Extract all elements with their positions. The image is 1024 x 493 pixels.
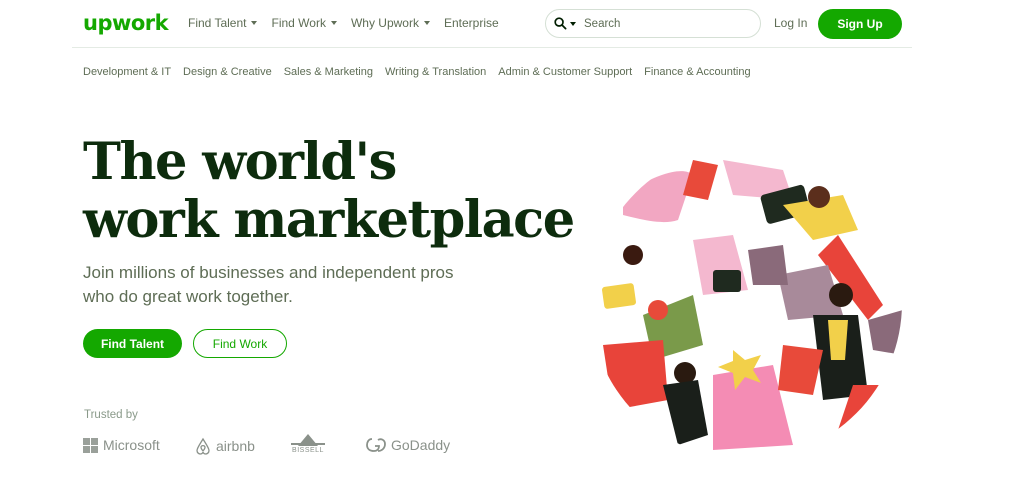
category-sales-marketing[interactable]: Sales & Marketing bbox=[284, 66, 373, 78]
login-link[interactable]: Log In bbox=[774, 16, 807, 30]
search-placeholder: Search bbox=[584, 17, 621, 30]
nav-why-upwork-label: Why Upwork bbox=[350, 16, 419, 30]
microsoft-grid-icon bbox=[83, 437, 98, 453]
category-development-it[interactable]: Development & IT bbox=[83, 66, 171, 78]
category-writing-translation[interactable]: Writing & Translation bbox=[385, 66, 486, 78]
category-admin-support[interactable]: Admin & Customer Support bbox=[498, 66, 632, 78]
nav-find-talent[interactable]: Find Talent bbox=[188, 16, 258, 30]
main-nav: Find Talent Find Work Why Upwork Enterpr… bbox=[188, 16, 499, 30]
hero-illustration bbox=[590, 147, 902, 459]
nav-find-talent-label: Find Talent bbox=[188, 16, 247, 30]
airbnb-wordmark: airbnb bbox=[216, 438, 255, 454]
nav-enterprise[interactable]: Enterprise bbox=[444, 16, 499, 30]
find-work-button[interactable]: Find Work bbox=[193, 329, 287, 358]
nav-find-work[interactable]: Find Work bbox=[271, 16, 337, 30]
hero-title-line-1: The world's bbox=[83, 132, 397, 192]
chevron-down-icon bbox=[330, 21, 337, 25]
search-type-dropdown-icon[interactable] bbox=[570, 21, 576, 26]
upwork-logo[interactable]: upwork bbox=[83, 11, 169, 35]
search-input[interactable]: Search bbox=[545, 9, 761, 38]
hero-title-line-2: work marketplace bbox=[83, 190, 575, 250]
bissell-mark-icon bbox=[291, 434, 325, 446]
hero-subtitle: Join millions of businesses and independ… bbox=[83, 263, 454, 306]
category-bar: Development & IT Design & Creative Sales… bbox=[83, 66, 751, 78]
search-icon[interactable] bbox=[554, 17, 567, 30]
bissell-logo: BISSELL bbox=[290, 433, 326, 454]
chevron-down-icon bbox=[251, 21, 258, 25]
hero-title: The world's work marketplace bbox=[83, 132, 575, 250]
airbnb-icon bbox=[196, 437, 210, 455]
category-design-creative[interactable]: Design & Creative bbox=[183, 66, 272, 78]
signup-button[interactable]: Sign Up bbox=[818, 9, 902, 39]
nav-find-work-label: Find Work bbox=[271, 16, 326, 30]
godaddy-icon bbox=[366, 438, 386, 452]
trusted-by-label: Trusted by bbox=[84, 409, 138, 421]
top-navigation: upwork Find Talent Find Work Why Upwork … bbox=[72, 0, 912, 48]
microsoft-logo: Microsoft bbox=[83, 437, 160, 453]
bissell-wordmark: BISSELL bbox=[292, 447, 324, 454]
godaddy-wordmark: GoDaddy bbox=[391, 437, 451, 453]
airbnb-logo: airbnb bbox=[195, 437, 255, 455]
chevron-down-icon bbox=[423, 21, 430, 25]
nav-why-upwork[interactable]: Why Upwork bbox=[351, 16, 430, 30]
microsoft-wordmark: Microsoft bbox=[103, 437, 160, 453]
find-talent-button[interactable]: Find Talent bbox=[83, 329, 182, 358]
godaddy-logo: GoDaddy bbox=[366, 437, 450, 453]
nav-enterprise-label: Enterprise bbox=[443, 16, 499, 30]
category-finance-accounting[interactable]: Finance & Accounting bbox=[644, 66, 750, 78]
